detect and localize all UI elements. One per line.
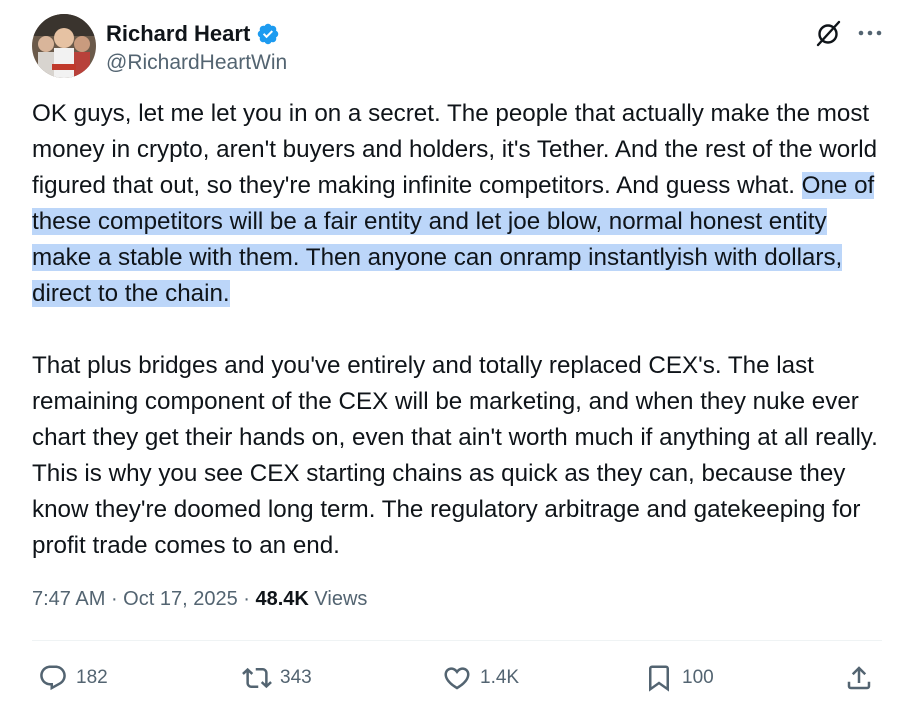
reply-button[interactable]: 182: [38, 658, 108, 698]
repost-count: 343: [280, 667, 312, 688]
post-date[interactable]: Oct 17, 2025: [123, 588, 238, 610]
post-text-plain: OK guys, let me let you in on a secret. …: [32, 100, 878, 199]
bookmark-count: 100: [682, 667, 714, 688]
share-button[interactable]: [844, 658, 874, 698]
avatar[interactable]: [32, 14, 96, 78]
share-icon: [847, 666, 871, 690]
post-paragraph: OK guys, let me let you in on a secret. …: [32, 96, 892, 312]
post-paragraph: That plus bridges and you've entirely an…: [32, 352, 878, 559]
bookmark-button[interactable]: 100: [644, 658, 714, 698]
meta-separator: ·: [105, 588, 124, 610]
post-time[interactable]: 7:47 AM: [32, 588, 105, 610]
reply-icon: [40, 665, 66, 691]
bookmark-icon: [649, 665, 669, 692]
verified-badge-icon[interactable]: [256, 22, 280, 46]
like-count: 1.4K: [480, 667, 520, 688]
like-button[interactable]: 1.4K: [442, 658, 519, 698]
post-header: Richard Heart @RichardHeartWin: [32, 14, 892, 78]
more-options-icon[interactable]: [856, 22, 884, 44]
meta-separator: ·: [237, 588, 256, 610]
action-bar: 182 343 1.4K 100: [32, 658, 882, 698]
author-info: Richard Heart @RichardHeartWin: [106, 20, 287, 75]
grok-icon[interactable]: [814, 18, 844, 48]
views-count: 48.4K: [255, 588, 309, 610]
post-meta: 7:47 AM · Oct 17, 2025 · 48.4K Views: [32, 588, 367, 611]
post-text: OK guys, let me let you in on a secret. …: [32, 96, 892, 564]
author-handle[interactable]: @RichardHeartWin: [106, 51, 287, 75]
author-display-name[interactable]: Richard Heart: [106, 21, 250, 47]
divider: [32, 640, 882, 641]
repost-icon: [242, 667, 272, 689]
repost-button[interactable]: 343: [242, 658, 312, 698]
reply-count: 182: [76, 667, 108, 688]
views-label: Views: [308, 588, 368, 610]
heart-icon: [444, 667, 470, 690]
